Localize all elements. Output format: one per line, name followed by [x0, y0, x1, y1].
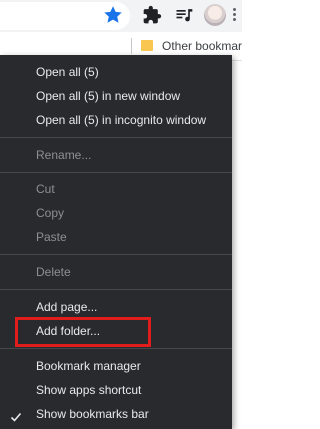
browser-toolbar [0, 0, 242, 32]
menu-item-open-all-incognito[interactable]: Open all (5) in incognito window [0, 109, 232, 131]
browser-window: Other bookmar Open all (5) Open all (5) … [0, 0, 242, 429]
menu-divider [0, 172, 232, 173]
bookmarks-context-menu: Open all (5) Open all (5) in new window … [0, 55, 232, 429]
media-queue-icon[interactable] [174, 5, 194, 25]
menu-item-copy[interactable]: Copy [0, 202, 232, 224]
checkmark-icon [10, 408, 22, 422]
folder-icon [141, 40, 153, 51]
menu-item-show-apps-shortcut[interactable]: Show apps shortcut [0, 379, 232, 401]
star-icon[interactable] [102, 4, 124, 26]
menu-divider [0, 348, 232, 349]
menu-item-delete[interactable]: Delete [0, 261, 232, 283]
menu-divider [0, 254, 232, 255]
other-bookmarks-label[interactable]: Other bookmar [162, 39, 242, 53]
menu-divider [0, 137, 232, 138]
menu-item-cut[interactable]: Cut [0, 178, 232, 200]
menu-item-label: Show bookmarks bar [36, 407, 149, 421]
avatar[interactable] [204, 4, 226, 26]
menu-item-open-all[interactable]: Open all (5) [0, 61, 232, 83]
highlight-annotation-box [15, 317, 151, 347]
menu-item-add-page[interactable]: Add page... [0, 296, 232, 318]
menu-divider [0, 289, 232, 290]
menu-item-open-all-new-window[interactable]: Open all (5) in new window [0, 85, 232, 107]
menu-item-bookmark-manager[interactable]: Bookmark manager [0, 355, 232, 377]
extensions-puzzle-icon[interactable] [142, 5, 162, 25]
menu-item-rename[interactable]: Rename... [0, 144, 232, 166]
menu-item-show-bookmarks-bar[interactable]: Show bookmarks bar [0, 403, 232, 425]
menu-item-paste[interactable]: Paste [0, 226, 232, 248]
kebab-menu-icon[interactable] [233, 8, 237, 24]
bookmarks-bar-separator [131, 38, 132, 54]
